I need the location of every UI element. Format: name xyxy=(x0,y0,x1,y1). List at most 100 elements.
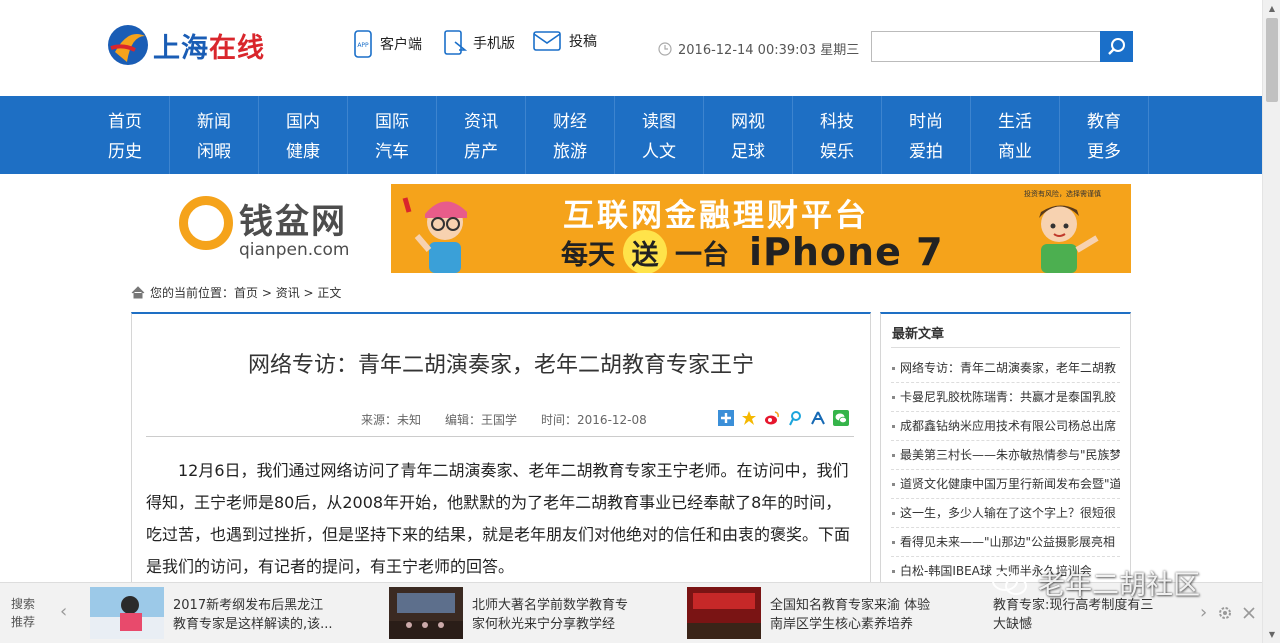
logo-text: 上海在线 xyxy=(153,26,265,65)
recommend-prev-button[interactable]: ‹ xyxy=(60,601,67,622)
renren-icon[interactable] xyxy=(809,409,827,427)
nav-item-more[interactable]: 更多 xyxy=(1060,137,1148,162)
article-source: 来源：未知 xyxy=(361,413,422,427)
nav-column: 新闻 闲暇 xyxy=(170,96,259,174)
settings-gear-icon[interactable] xyxy=(1217,605,1233,621)
submit-article-link[interactable]: 投稿 xyxy=(533,30,597,52)
nav-item-fashion[interactable]: 时尚 xyxy=(882,107,970,132)
nav-item-property[interactable]: 房产 xyxy=(437,137,525,162)
nav-column: 教育 更多 xyxy=(1060,96,1149,174)
article-meta: 来源：未知 编辑：王国学 时间：2016-12-08 xyxy=(361,411,647,428)
recommend-label-line2: 推荐 xyxy=(11,615,36,629)
nav-item-entertainment[interactable]: 娱乐 xyxy=(793,137,881,162)
nav-item-leisure[interactable]: 闲暇 xyxy=(170,137,258,162)
ad-headline: 互联网金融理财平台 xyxy=(563,198,869,234)
nav-item-education[interactable]: 教育 xyxy=(1060,107,1148,132)
mobile-version-label: 手机版 xyxy=(473,36,515,52)
weibo-icon[interactable] xyxy=(763,409,781,427)
nav-item-football[interactable]: 足球 xyxy=(704,137,792,162)
qzone-star-icon[interactable] xyxy=(740,409,758,427)
nav-item-tech[interactable]: 科技 xyxy=(793,107,881,132)
nav-item-info[interactable]: 资讯 xyxy=(437,107,525,132)
nav-column: 资讯 房产 xyxy=(437,96,526,174)
nav-item-travel[interactable]: 旅游 xyxy=(526,137,614,162)
ad-brand-url: qianpen.com xyxy=(239,240,350,260)
logo-swirl-icon xyxy=(108,25,148,65)
wechat-icon[interactable] xyxy=(832,409,850,427)
cartoon-girl-icon xyxy=(402,197,467,273)
article-body: 12月6日，我们通过网络访问了青年二胡演奏家、老年二胡教育专家王宁老师。在访问中… xyxy=(146,461,851,576)
nav-item-news[interactable]: 新闻 xyxy=(170,107,258,132)
search-button[interactable] xyxy=(1100,31,1133,62)
tencent-weibo-icon[interactable] xyxy=(786,409,804,427)
nav-item-video[interactable]: 网视 xyxy=(704,107,792,132)
ad-offer-give: 送 xyxy=(623,230,667,273)
breadcrumb-separator: > xyxy=(258,285,276,300)
nav-column: 生活 商业 xyxy=(971,96,1060,174)
ad-banner[interactable]: 钱盆网 qianpen.com 互联网金融理财平台 每天 送 一台 iPhone… xyxy=(131,184,1131,273)
nav-item-health[interactable]: 健康 xyxy=(259,137,347,162)
envelope-icon xyxy=(533,31,561,51)
breadcrumb-home-link[interactable]: 首页 xyxy=(234,284,258,301)
nav-column: 读图 人文 xyxy=(615,96,704,174)
nav-column: 国际 汽车 xyxy=(348,96,437,174)
latest-article-item[interactable]: 成都鑫钻纳米应用技术有限公司杨总出席 xyxy=(891,412,1120,441)
breadcrumb-prefix: 您的当前位置： xyxy=(150,286,235,300)
nav-item-snapshot[interactable]: 爱拍 xyxy=(882,137,970,162)
recommend-item[interactable]: 北师大著名学前数学教育专 家何秋光来宁分享教学经 xyxy=(389,587,679,641)
nav-item-domestic[interactable]: 国内 xyxy=(259,107,347,132)
latest-article-item[interactable]: 网络专访：青年二胡演奏家，老年二胡教 xyxy=(891,354,1120,383)
close-icon[interactable] xyxy=(1243,606,1255,619)
latest-article-item[interactable]: 道贤文化健康中国万里行新闻发布会暨"道 xyxy=(891,470,1120,499)
nav-item-photos[interactable]: 读图 xyxy=(615,107,703,132)
recommend-tools: › xyxy=(1200,602,1255,623)
watermark-text: 老年二胡社区 xyxy=(1038,570,1200,601)
share-more-icon[interactable] xyxy=(717,409,735,427)
recommend-text-line2: 家何秋光来宁分享教学经 xyxy=(472,617,616,632)
search-icon xyxy=(1107,37,1125,55)
datetime-text: 2016-12-14 00:39:03 星期三 xyxy=(678,43,860,58)
page: 上海在线 APP 客户端 手机版 投稿 2016-12-14 00:39:03 … xyxy=(0,0,1280,643)
recommend-label: 搜索 推荐 xyxy=(11,595,43,631)
recommend-label-line1: 搜索 xyxy=(11,597,36,611)
nav-item-international[interactable]: 国际 xyxy=(348,107,436,132)
latest-article-item[interactable]: 卡曼尼乳胶枕陈瑞青：共赢才是泰国乳胶 xyxy=(891,383,1120,412)
scroll-thumb[interactable] xyxy=(1266,18,1278,102)
latest-article-item[interactable]: 这一生，多少人输在了这个字上？很短很 xyxy=(891,499,1120,528)
logo-text-part-a: 上海 xyxy=(153,33,209,64)
recommend-thumbnail xyxy=(687,587,761,639)
nav-column: 科技 娱乐 xyxy=(793,96,882,174)
latest-article-item[interactable]: 最美第三村长——朱亦敏热情参与"民族梦 xyxy=(891,441,1120,470)
nav-item-culture[interactable]: 人文 xyxy=(615,137,703,162)
logo-text-part-b: 在线 xyxy=(209,33,265,64)
recommend-text: 北师大著名学前数学教育专 家何秋光来宁分享教学经 xyxy=(472,596,662,634)
search-input[interactable] xyxy=(871,31,1101,62)
recommend-next-button[interactable]: › xyxy=(1200,602,1207,623)
app-phone-icon: APP xyxy=(354,30,372,58)
breadcrumb: 您的当前位置： 首页 > 资讯 > 正文 xyxy=(131,284,341,301)
recommend-item[interactable]: 2017新考纲发布后黑龙江 教育专家是这样解读的,该... xyxy=(90,587,380,641)
site-logo[interactable]: 上海在线 xyxy=(105,22,290,70)
scroll-down-arrow-icon[interactable]: ▼ xyxy=(1263,626,1280,643)
home-icon xyxy=(131,286,145,299)
nav-column: 首页 历史 xyxy=(81,96,170,174)
nav-item-home[interactable]: 首页 xyxy=(81,107,169,132)
client-app-label: 客户端 xyxy=(380,37,422,53)
nav-item-finance[interactable]: 财经 xyxy=(526,107,614,132)
ad-brand-panel: 钱盆网 qianpen.com xyxy=(131,184,391,273)
nav-item-auto[interactable]: 汽车 xyxy=(348,137,436,162)
sidebar-divider xyxy=(891,347,1120,348)
latest-article-item[interactable]: 看得见未来——"山那边"公益摄影展亮相 xyxy=(891,528,1120,557)
nav-item-business[interactable]: 商业 xyxy=(971,137,1059,162)
client-app-link[interactable]: APP 客户端 xyxy=(352,30,422,58)
breadcrumb-current: 正文 xyxy=(317,286,342,300)
page-scrollbar[interactable]: ▲ ▼ xyxy=(1262,0,1280,643)
mobile-version-link[interactable]: 手机版 xyxy=(443,30,515,56)
latest-articles-heading: 最新文章 xyxy=(892,327,945,342)
breadcrumb-section-link[interactable]: 资讯 xyxy=(276,284,300,301)
nav-item-life[interactable]: 生活 xyxy=(971,107,1059,132)
nav-item-history[interactable]: 历史 xyxy=(81,137,169,162)
breadcrumb-separator: > xyxy=(299,285,318,300)
scroll-up-arrow-icon[interactable]: ▲ xyxy=(1263,0,1280,17)
submit-article-label: 投稿 xyxy=(569,34,597,50)
